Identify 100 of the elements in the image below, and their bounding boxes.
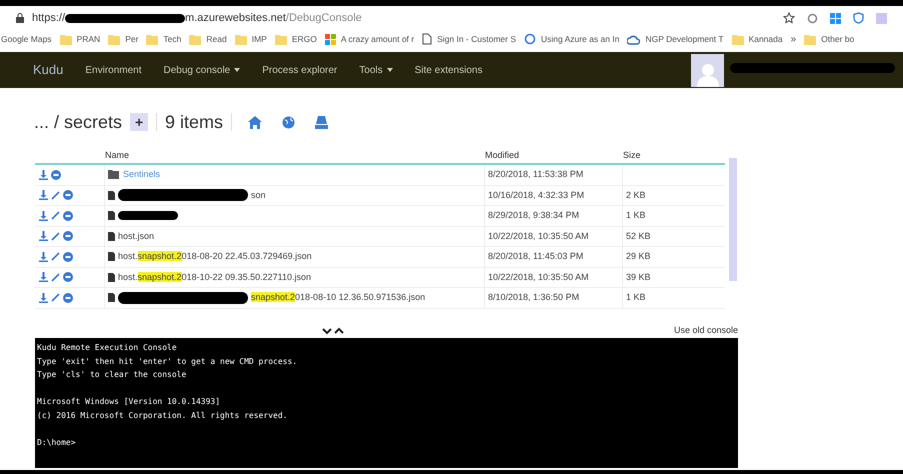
pencil-icon[interactable]: [51, 293, 60, 302]
modified-date: 8/10/2018, 1:36:50 PM: [488, 291, 580, 304]
folder-icon: [274, 34, 287, 44]
download-icon[interactable]: [39, 231, 48, 242]
console-line: Type 'exit' then hit 'enter' to get a new CMD process.: [37, 356, 298, 368]
console-line: Type 'cls' to clear the console: [37, 369, 188, 381]
minus-circle-icon[interactable]: [51, 170, 61, 180]
item-count: 9 items: [165, 110, 224, 134]
bookmark-item[interactable]: Other bo: [804, 32, 854, 46]
console-line: D:\home>: [37, 436, 77, 448]
circle-icon: [524, 33, 536, 45]
minus-circle-icon[interactable]: [63, 210, 73, 221]
globe-icon[interactable]: [282, 116, 296, 128]
file-icon: [108, 252, 115, 262]
minus-circle-icon[interactable]: [63, 292, 73, 303]
table-row[interactable]: son 10/16/2018, 4:32:33 PM 2 KB: [35, 186, 725, 206]
bookmark-item[interactable]: Read: [189, 32, 227, 46]
console-line: (c) 2016 Microsoft Corporation. All rights reserved.: [37, 410, 288, 422]
file-icon: [108, 293, 115, 302]
download-icon[interactable]: [39, 210, 48, 221]
folder-icon: [732, 34, 744, 44]
file-icon: [108, 211, 115, 220]
file-size: 52 KB: [626, 230, 651, 240]
folder-link[interactable]: Sentinels: [123, 168, 160, 182]
brand-logo[interactable]: Kudu: [33, 60, 64, 80]
bookmark-item[interactable]: A crazy amount of r: [324, 32, 414, 46]
file-icon: [108, 232, 115, 241]
bookmark-item[interactable]: Kannada: [732, 32, 783, 46]
column-header[interactable]: Size: [623, 148, 641, 162]
folder-icon: [108, 170, 120, 180]
folder-icon: [189, 34, 202, 44]
breadcrumb-path[interactable]: ... / secrets: [34, 108, 122, 136]
download-icon[interactable]: [39, 190, 48, 200]
folder-icon: [108, 34, 120, 44]
minus-circle-icon[interactable]: [63, 252, 73, 262]
file-size: 39 KB: [626, 272, 651, 282]
modified-date: 10/16/2018, 4:32:33 PM: [488, 188, 584, 202]
avatar-placeholder: [691, 54, 724, 86]
minus-circle-icon[interactable]: [63, 272, 73, 282]
minus-circle-icon[interactable]: [63, 231, 73, 242]
file-name: host.json: [118, 230, 154, 243]
cloud-icon: [627, 34, 640, 44]
star-icon[interactable]: [783, 12, 795, 24]
home-icon[interactable]: [248, 116, 262, 128]
table-row[interactable]: snapshot.2018-08-10 12.36.50.971536.json 8/10/2018, 1:36:50 PM 1 KB: [35, 288, 725, 308]
folder-icon: [146, 34, 158, 44]
pencil-icon[interactable]: [51, 190, 60, 200]
file-icon: [108, 190, 115, 200]
bookmark-item[interactable]: NGP Development T: [627, 32, 724, 46]
drive-icon[interactable]: [315, 116, 328, 128]
modified-date: 8/20/2018, 11:45:03 PM: [488, 250, 584, 263]
address-field[interactable]: https:// m.azurewebsites.net/DebugConsole: [32, 10, 362, 26]
table-row[interactable]: host.json 10/22/2018, 10:35:50 AM 52 KB: [35, 226, 725, 247]
bookmark-item[interactable]: Tech: [146, 32, 182, 46]
folder-icon: [234, 34, 247, 44]
nav-menu-item[interactable]: Process explorer: [262, 62, 338, 78]
resize-arrows-icon[interactable]: [322, 326, 344, 334]
bookmark-item[interactable]: PRAN: [60, 32, 100, 46]
old-console-link[interactable]: Use old console: [674, 324, 738, 338]
column-header[interactable]: Modified: [485, 148, 623, 162]
circle-icon[interactable]: [807, 12, 818, 24]
minus-circle-icon[interactable]: [63, 190, 73, 200]
download-icon[interactable]: [39, 292, 48, 303]
table-row[interactable]: Sentinels 8/20/2018, 11:53:38 PM: [35, 165, 725, 186]
download-icon[interactable]: [39, 252, 48, 262]
modified-date: 10/22/2018, 10:35:50 AM: [488, 270, 589, 284]
nav-menu-item[interactable]: Tools: [359, 62, 383, 78]
folder-icon: [60, 34, 72, 44]
pencil-icon[interactable]: [51, 211, 60, 220]
pencil-icon[interactable]: [51, 232, 60, 241]
windows-icon[interactable]: [830, 12, 841, 24]
windows-icon: [324, 34, 336, 44]
lock-icon: [16, 13, 24, 23]
bookmark-item[interactable]: Using Azure as an In: [524, 32, 620, 46]
nav-menu-item[interactable]: Site extensions: [414, 62, 482, 78]
modified-date: 8/20/2018, 11:53:38 PM: [488, 168, 584, 181]
console-line: Kudu Remote Execution Console: [37, 342, 178, 354]
file-name: snapshot.2018-08-10 12.36.50.971536.json: [251, 291, 426, 304]
shield-icon[interactable]: [853, 12, 864, 24]
file-size: 1 KB: [626, 210, 646, 220]
bookmark-item[interactable]: Google Maps: [1, 32, 52, 46]
console-line: Microsoft Windows [Version 10.0.14393]: [37, 396, 222, 408]
table-row[interactable]: 8/29/2018, 9:38:34 PM 1 KB: [35, 206, 725, 226]
page-icon: [422, 33, 432, 45]
nav-menu-item[interactable]: Debug console: [164, 62, 230, 78]
more-bookmarks-button[interactable]: »: [790, 32, 796, 46]
pencil-icon[interactable]: [51, 272, 60, 282]
file-size: 2 KB: [626, 190, 646, 200]
bookmark-item[interactable]: Per: [108, 32, 138, 46]
download-icon[interactable]: [39, 272, 48, 282]
modified-date: 10/22/2018, 10:35:50 AM: [488, 230, 589, 242]
bookmark-item[interactable]: IMP: [234, 32, 267, 46]
nav-menu-item[interactable]: Environment: [85, 62, 142, 78]
bookmark-item[interactable]: Sign In - Customer S: [422, 32, 516, 46]
file-size: 29 KB: [626, 251, 651, 261]
add-folder-button[interactable]: +: [130, 113, 148, 131]
bookmark-item[interactable]: ERGO: [274, 32, 317, 46]
column-header[interactable]: Name: [105, 148, 485, 162]
pencil-icon[interactable]: [51, 252, 60, 262]
download-icon[interactable]: [39, 170, 48, 180]
